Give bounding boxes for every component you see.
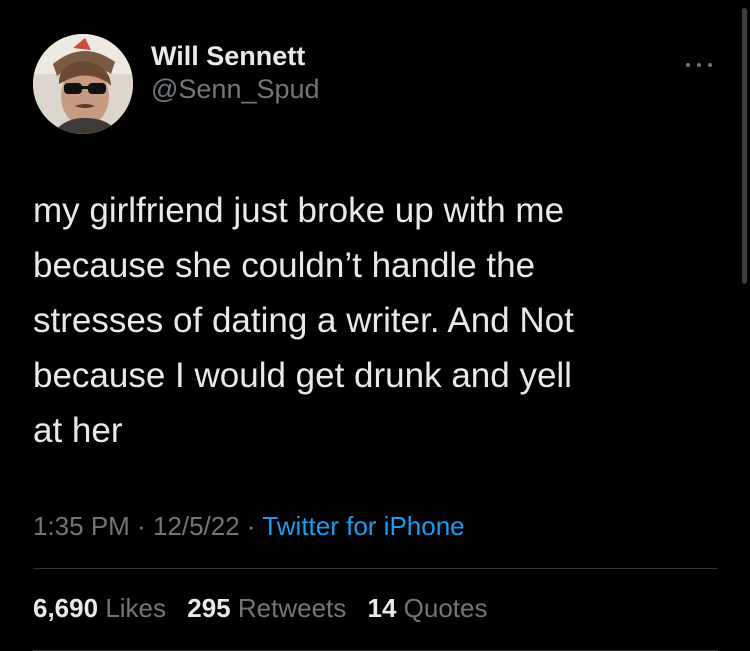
divider xyxy=(33,568,718,569)
more-horizontal-icon xyxy=(697,63,701,67)
likes-stat[interactable]: 6,690 Likes xyxy=(33,593,166,623)
retweets-label: Retweets xyxy=(237,593,347,623)
quotes-count: 14 xyxy=(367,593,397,623)
display-name[interactable]: Will Sennett xyxy=(151,40,320,72)
tweet-time[interactable]: 1:35 PM xyxy=(33,511,130,541)
more-horizontal-icon xyxy=(708,63,712,67)
tweet-metadata: 1:35 PM · 12/5/22 · Twitter for iPhone xyxy=(33,508,465,544)
likes-count: 6,690 xyxy=(33,593,99,623)
user-handle[interactable]: @Senn_Spud xyxy=(151,72,320,106)
quotes-label: Quotes xyxy=(403,593,488,623)
tweet-header: Will Sennett @Senn_Spud xyxy=(33,34,320,134)
avatar-photo xyxy=(33,34,133,134)
tweet-detail: Will Sennett @Senn_Spud my girlfriend ju… xyxy=(0,0,750,651)
tweet-stats: 6,690 Likes 295 Retweets 14 Quotes xyxy=(33,590,501,626)
scrollbar[interactable] xyxy=(742,8,747,284)
meta-separator: · xyxy=(239,511,263,541)
tweet-text: my girlfriend just broke up with me beca… xyxy=(33,191,574,450)
likes-label: Likes xyxy=(105,593,167,623)
avatar[interactable] xyxy=(33,34,133,134)
more-options-button[interactable] xyxy=(686,58,712,72)
retweets-count: 295 xyxy=(187,593,231,623)
tweet-source-link[interactable]: Twitter for iPhone xyxy=(262,511,464,541)
author-names: Will Sennett @Senn_Spud xyxy=(151,40,320,106)
meta-separator: · xyxy=(129,511,153,541)
quotes-stat[interactable]: 14 Quotes xyxy=(368,593,488,623)
tweet-date[interactable]: 12/5/22 xyxy=(153,511,240,541)
retweets-stat[interactable]: 295 Retweets xyxy=(187,593,346,623)
more-horizontal-icon xyxy=(686,63,690,67)
